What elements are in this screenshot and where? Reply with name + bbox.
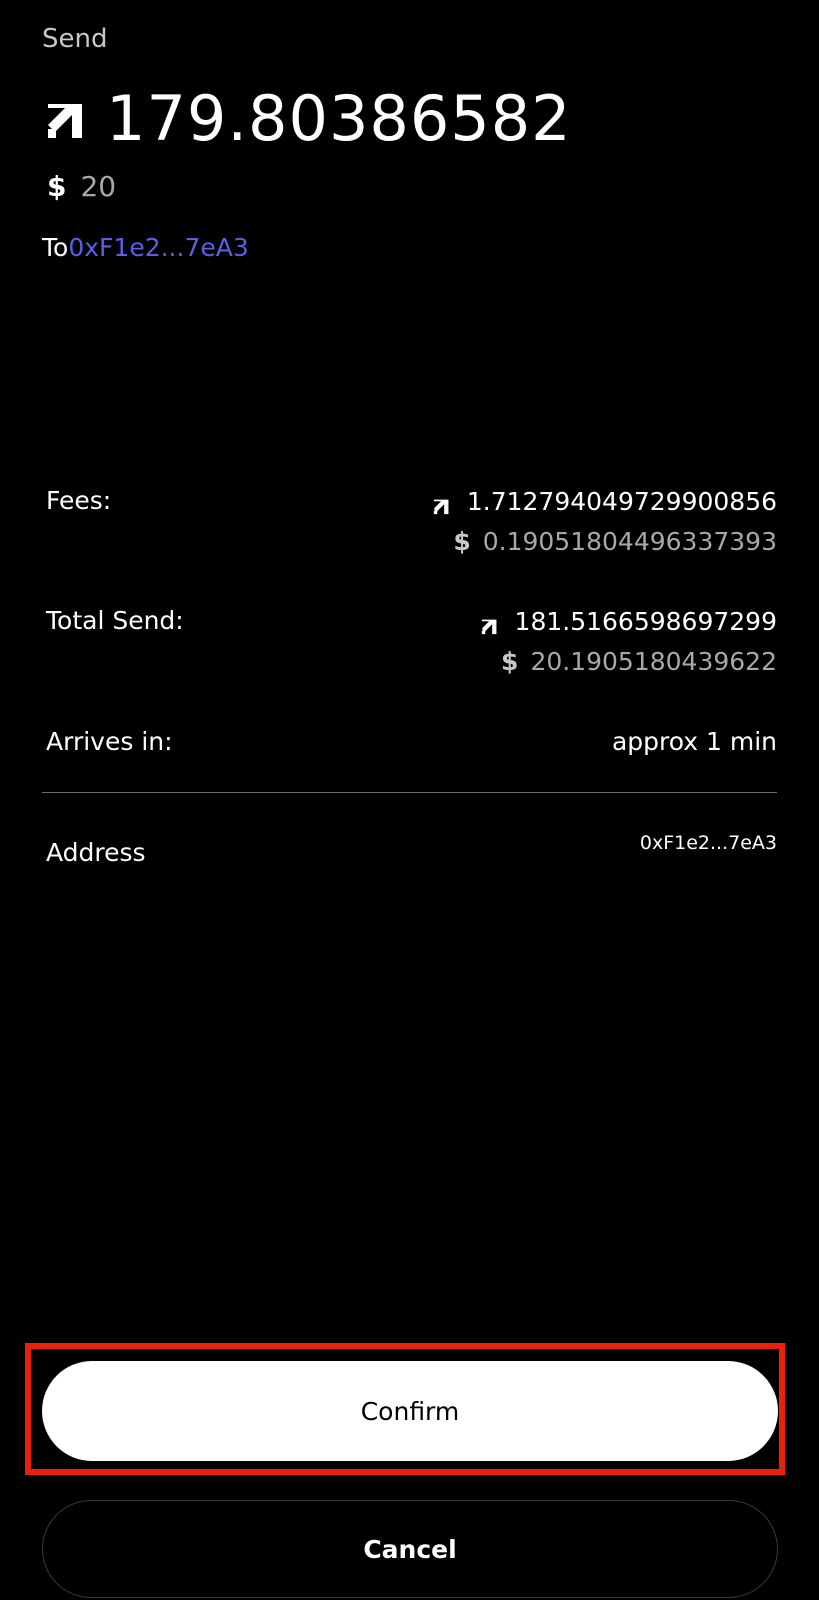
arrives-in-values: approx 1 min bbox=[612, 724, 777, 758]
total-send-token-value: 181.5166598697299 bbox=[514, 606, 777, 636]
fees-token-amount: 1.712794049729900856 bbox=[433, 484, 777, 518]
recipient-label: To bbox=[42, 233, 69, 262]
total-send-token-amount: 181.5166598697299 bbox=[481, 604, 777, 638]
dollar-icon: $ bbox=[453, 526, 471, 556]
page-title: Send bbox=[42, 24, 108, 54]
total-send-fiat-amount: $ 20.1905180439622 bbox=[481, 644, 777, 678]
fees-fiat-value: 0.19051804496337393 bbox=[482, 526, 777, 556]
fees-token-value: 1.712794049729900856 bbox=[466, 486, 777, 516]
total-send-values: 181.5166598697299 $ 20.1905180439622 bbox=[481, 604, 777, 678]
confirm-button[interactable]: Confirm bbox=[42, 1361, 778, 1461]
amount-fiat: $ 20 bbox=[47, 170, 116, 203]
token-arrow-icon bbox=[433, 492, 451, 515]
send-amount: 179.80386582 bbox=[46, 88, 572, 150]
arrives-in-label: Arrives in: bbox=[46, 727, 173, 756]
divider bbox=[42, 792, 777, 793]
total-send-fiat-value: 20.1905180439622 bbox=[530, 646, 777, 676]
recipient-address-link[interactable]: 0xF1e2...7eA3 bbox=[68, 233, 248, 262]
fees-fiat-amount: $ 0.19051804496337393 bbox=[433, 524, 777, 558]
dollar-icon: $ bbox=[47, 170, 67, 203]
fees-values: 1.712794049729900856 $ 0.190518044963373… bbox=[433, 484, 777, 558]
token-arrow-icon bbox=[46, 98, 88, 140]
token-arrow-icon bbox=[481, 612, 499, 635]
arrives-in-value: approx 1 min bbox=[611, 726, 777, 756]
address-value: 0xF1e2...7eA3 bbox=[639, 832, 777, 854]
cancel-button[interactable]: Cancel bbox=[42, 1500, 778, 1598]
fees-label: Fees: bbox=[46, 486, 112, 515]
dollar-icon: $ bbox=[501, 646, 519, 676]
recipient-row: To0xF1e2...7eA3 bbox=[42, 233, 249, 262]
amount-value: 179.80386582 bbox=[106, 82, 572, 155]
address-label: Address bbox=[46, 838, 146, 867]
fiat-value: 20 bbox=[80, 170, 117, 203]
total-send-label: Total Send: bbox=[46, 606, 184, 635]
